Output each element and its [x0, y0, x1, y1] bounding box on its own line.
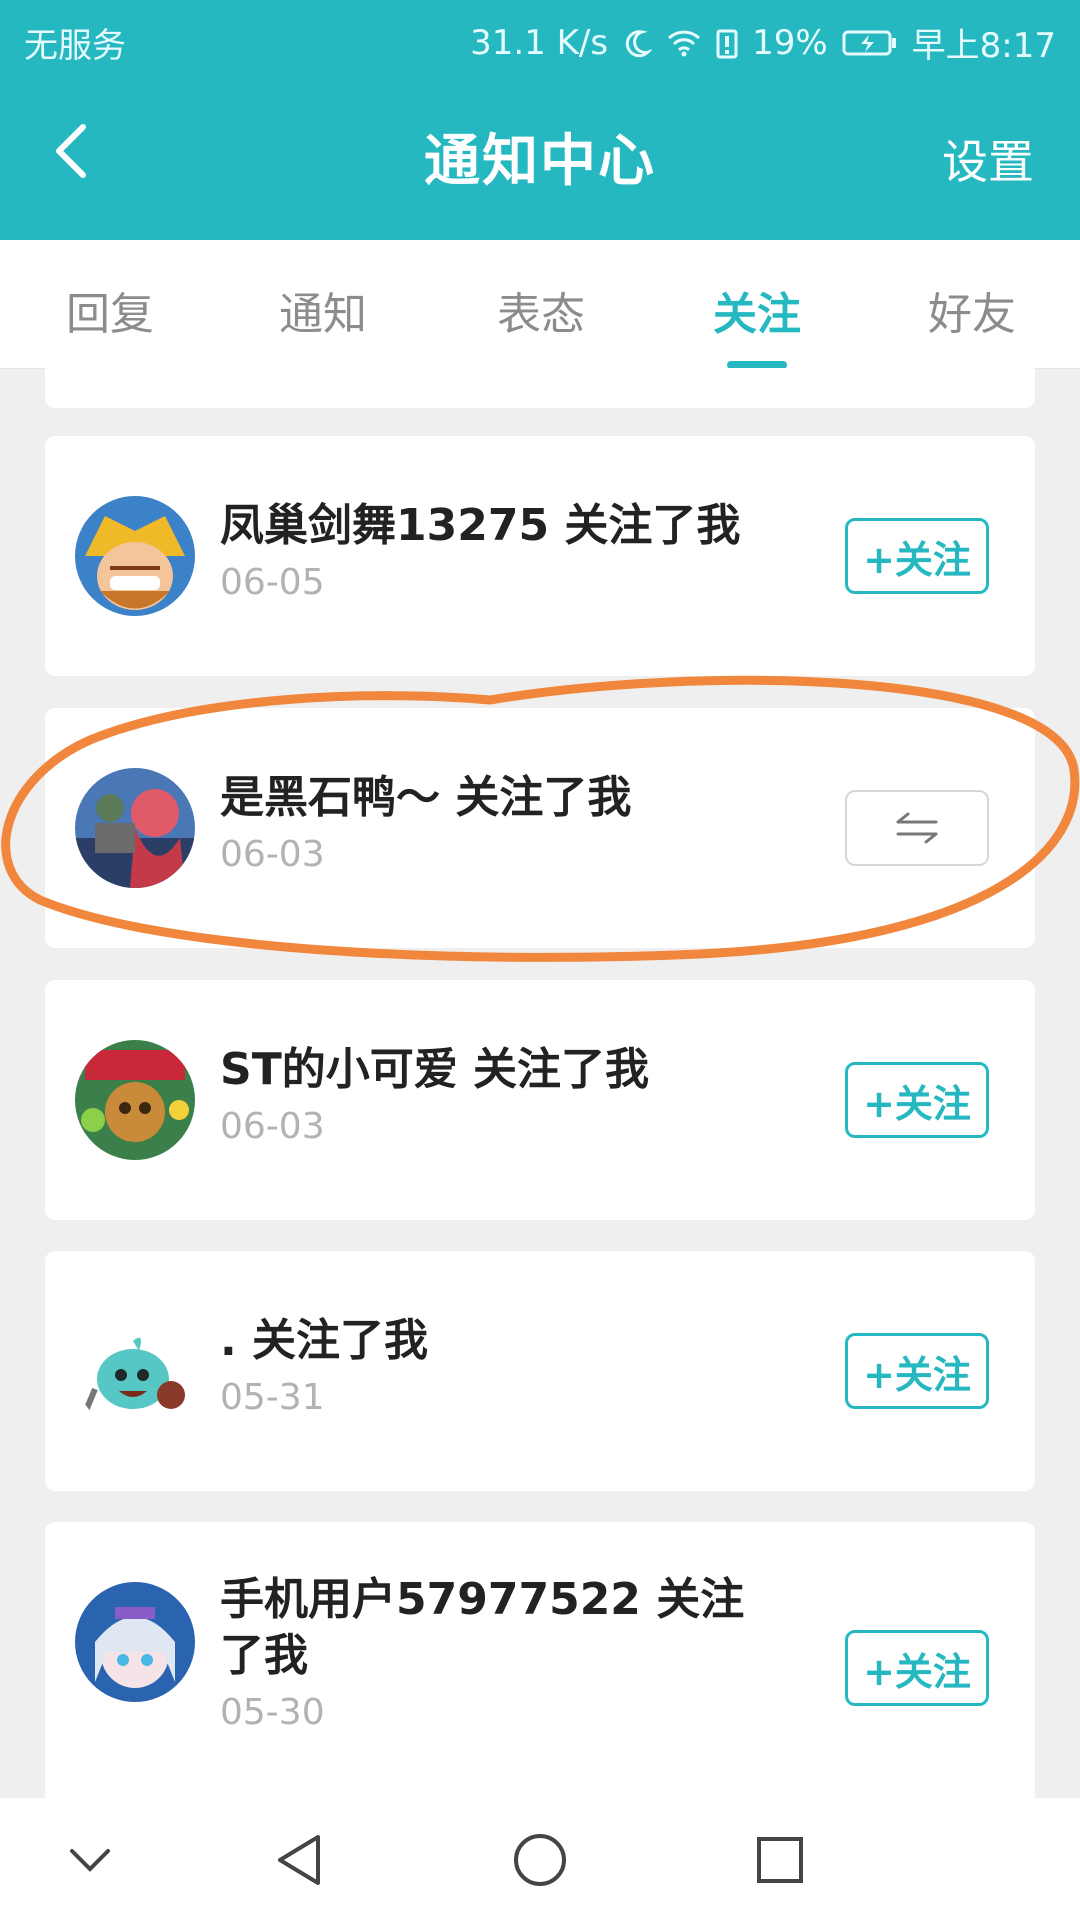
item-text: 是黑石鸭～ 关注了我 06-03 [220, 770, 780, 875]
avatar[interactable] [75, 768, 195, 888]
tab-follow[interactable]: 关注 [677, 278, 837, 342]
follow-button[interactable]: +关注 [845, 518, 989, 594]
avatar[interactable] [75, 1311, 195, 1431]
follow-button[interactable]: +关注 [845, 1333, 989, 1409]
circle-home-icon [514, 1834, 566, 1886]
battery-percent: 19% [752, 22, 828, 63]
item-text: ST的小可爱 关注了我 06-03 [220, 1042, 780, 1147]
item-date: 06-03 [220, 834, 325, 875]
square-recents-icon [757, 1837, 803, 1883]
collapse-nav-button[interactable] [55, 1830, 125, 1890]
item-text: 凤巢剑舞13275 关注了我 06-05 [220, 498, 780, 603]
moon-icon [622, 28, 653, 58]
list-item[interactable]: ST的小可爱 关注了我 06-03 +关注 [45, 980, 1035, 1220]
item-date: 05-30 [220, 1692, 325, 1733]
item-text: . 关注了我 05-31 [220, 1313, 780, 1418]
item-text: 手机用户57977522 关注了我 05-30 [220, 1572, 780, 1733]
header: 无服务 31.1 K/s 19% 早上8:17 通知中心 设置 [0, 0, 1080, 240]
network-speed: 31.1 K/s [470, 22, 609, 63]
list-item[interactable]: 手机用户57977522 关注了我 05-30 +关注 [45, 1522, 1035, 1822]
swap-arrows-icon [896, 812, 938, 844]
battery-charging-icon [842, 28, 898, 58]
avatar[interactable] [75, 1040, 195, 1160]
wifi-icon [666, 28, 702, 58]
avatar[interactable] [75, 1582, 195, 1702]
item-title: 凤巢剑舞13275 关注了我 [220, 500, 741, 551]
item-date: 06-05 [220, 562, 325, 603]
clock: 早上8:17 [911, 26, 1056, 66]
avatar[interactable] [75, 496, 195, 616]
status-icons: 31.1 K/s 19% 早上8:17 [470, 18, 1056, 67]
status-bar: 无服务 31.1 K/s 19% 早上8:17 [0, 0, 1080, 76]
battery-alert-icon [716, 27, 738, 59]
item-date: 06-03 [220, 1106, 325, 1147]
item-title: . 关注了我 [220, 1315, 429, 1366]
nav-back-button[interactable] [264, 1830, 334, 1890]
chevron-down-icon [70, 1849, 110, 1872]
item-title: 是黑石鸭～ 关注了我 [220, 772, 632, 823]
nav-home-button[interactable] [505, 1830, 575, 1890]
item-title: 手机用户57977522 关注了我 [220, 1574, 745, 1681]
tab-react[interactable]: 表态 [461, 278, 621, 342]
triangle-back-icon [278, 1835, 320, 1885]
title-bar: 通知中心 设置 [0, 96, 1080, 206]
tab-friends[interactable]: 好友 [892, 278, 1052, 342]
mutual-follow-button[interactable] [845, 790, 989, 866]
tab-notify[interactable]: 通知 [243, 278, 403, 342]
list-item[interactable]: 是黑石鸭～ 关注了我 06-03 [45, 708, 1035, 948]
carrier-label: 无服务 [24, 26, 126, 66]
list-item-partial [45, 368, 1035, 408]
page-title: 通知中心 [424, 129, 656, 194]
settings-button[interactable]: 设置 [942, 126, 1034, 192]
tab-reply[interactable]: 回复 [30, 278, 190, 342]
list-item[interactable]: 凤巢剑舞13275 关注了我 06-05 +关注 [45, 436, 1035, 676]
follow-button[interactable]: +关注 [845, 1062, 989, 1138]
follow-button[interactable]: +关注 [845, 1630, 989, 1706]
nav-recents-button[interactable] [745, 1830, 815, 1890]
list-item[interactable]: . 关注了我 05-31 +关注 [45, 1251, 1035, 1491]
system-nav-bar [0, 1798, 1080, 1920]
item-title: ST的小可爱 关注了我 [220, 1044, 650, 1095]
tab-bar: 回复 通知 表态 关注 好友 [0, 240, 1080, 369]
item-date: 05-31 [220, 1377, 325, 1418]
